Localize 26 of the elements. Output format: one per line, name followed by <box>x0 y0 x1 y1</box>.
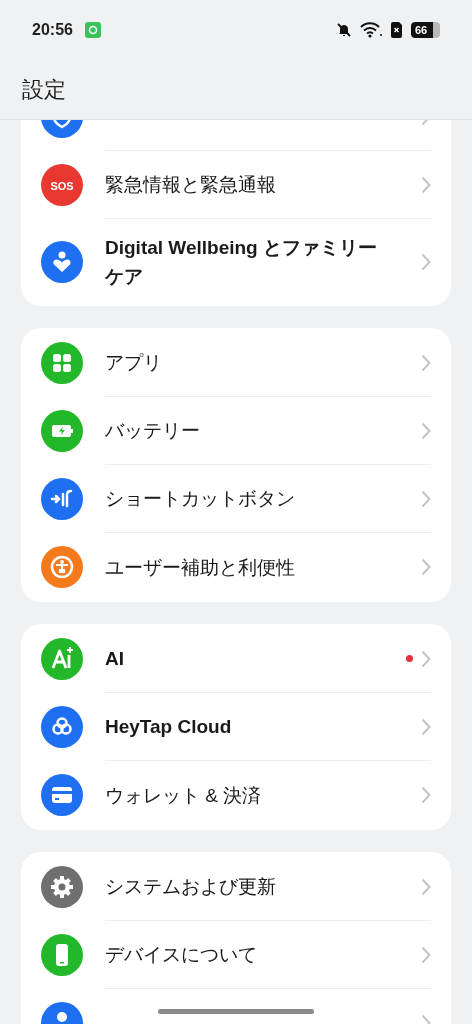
settings-item[interactable]: SOS 緊急情報と緊急通報 <box>21 151 451 219</box>
item-label: デバイスについて <box>105 943 258 967</box>
settings-item[interactable]: システムおよび更新 <box>21 853 451 921</box>
settings-item[interactable]: バッテリー <box>21 397 451 465</box>
battery-indicator: 66 <box>411 22 440 38</box>
settings-item[interactable]: Digital Wellbeing とファミリーケア <box>21 219 451 305</box>
item-label: ショートカットボタン <box>105 487 296 511</box>
item-label: 緊急情報と緊急通報 <box>105 173 277 197</box>
settings-item[interactable]: アプリ <box>21 329 451 397</box>
settings-item[interactable]: ショートカットボタン <box>21 465 451 533</box>
settings-item[interactable]: ユーザー補助と利便性 <box>21 533 451 601</box>
settings-item[interactable]: ウォレット & 決済 <box>21 761 451 829</box>
item-label: ウォレット & 決済 <box>105 783 263 808</box>
item-label: システムおよび更新 <box>105 875 277 899</box>
sos-icon: SOS <box>41 164 83 206</box>
settings-item[interactable]: デバイスについて <box>21 921 451 989</box>
item-label: AI <box>105 647 125 671</box>
settings-item[interactable]: HeyTap Cloud <box>21 693 451 761</box>
settings-item[interactable]: AI <box>21 625 451 693</box>
status-time: 20:56 <box>32 20 73 40</box>
item-label: ユーザー補助と利便性 <box>105 555 296 580</box>
item-label: バッテリー <box>105 419 201 443</box>
item-label: HeyTap Cloud <box>105 715 233 739</box>
item-label: Digital Wellbeing とファミリーケア <box>105 236 378 289</box>
item-label: アプリ <box>105 351 163 375</box>
page-title: 設定 <box>22 76 66 104</box>
